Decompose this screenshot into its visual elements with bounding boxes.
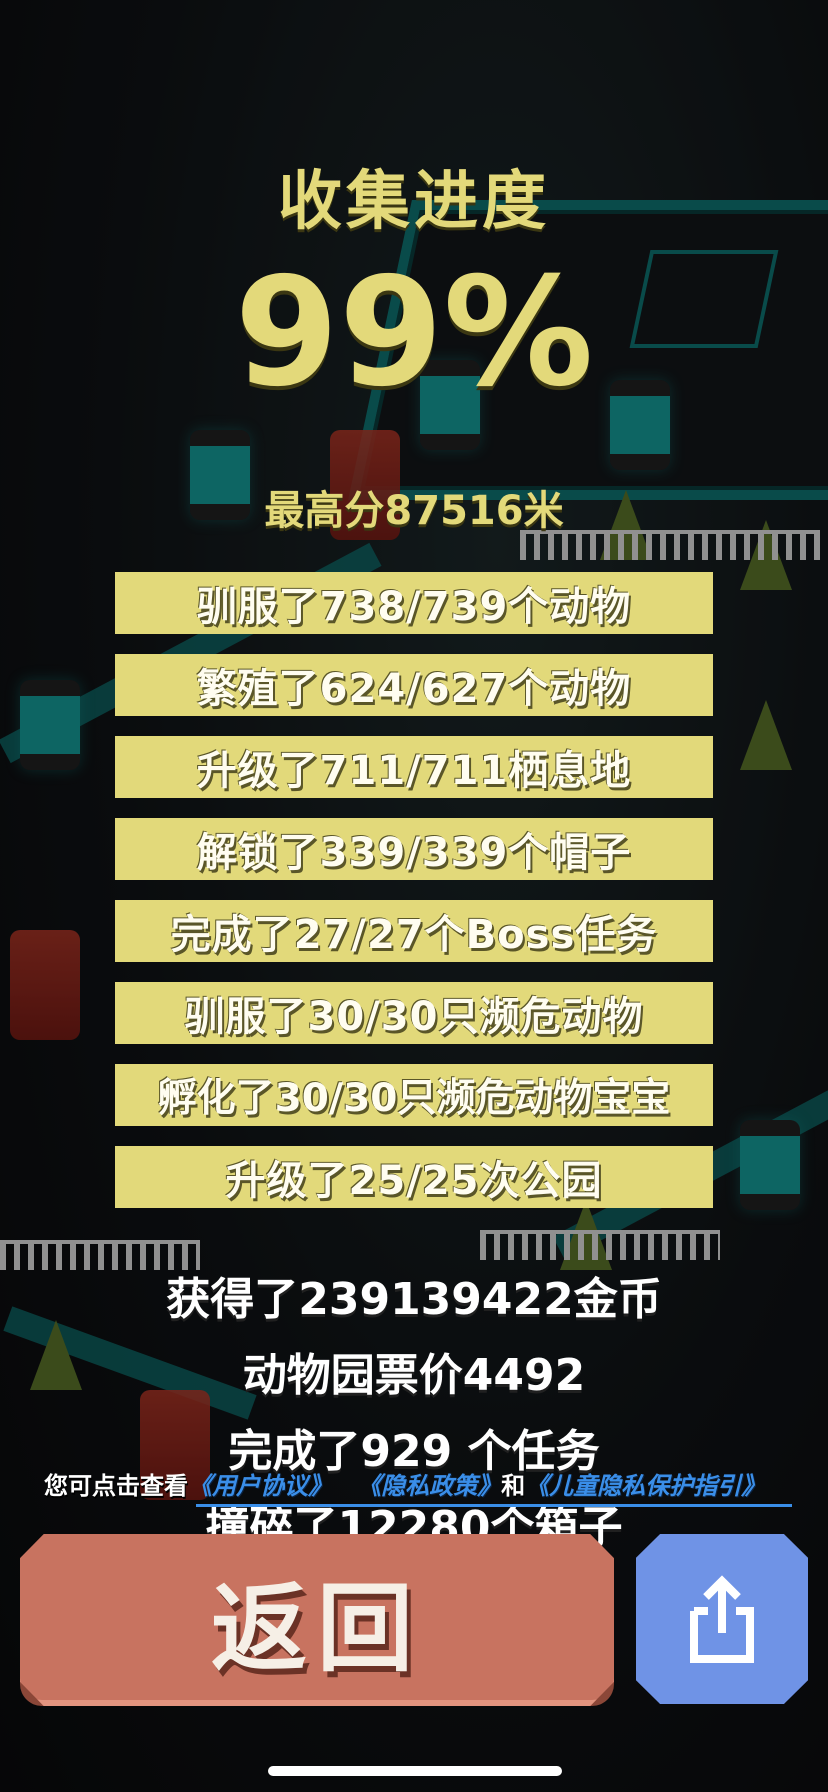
legal-prefix: 您可点击查看: [44, 1472, 188, 1500]
stat-bar-bred-animals: 繁殖了624/627个动物: [115, 654, 713, 716]
summary-stats: 获得了239139422金币 动物园票价4492 完成了929 个任务 撞碎了1…: [0, 1262, 828, 1566]
back-button[interactable]: 返回: [20, 1534, 614, 1706]
user-agreement-link[interactable]: 《用户协议》: [188, 1472, 332, 1500]
stat-bar-list: 驯服了738/739个动物 繁殖了624/627个动物 升级了711/711栖息…: [115, 572, 713, 1228]
stat-bar-hatched-endangered-babies: 孵化了30/30只濒危动物宝宝: [115, 1064, 713, 1126]
back-button-label: 返回: [211, 1572, 423, 1685]
legal-notice: 您可点击查看《用户协议》 《隐私政策》和《儿童隐私保护指引》: [44, 1466, 804, 1501]
stat-bar-unlocked-hats: 解锁了339/339个帽子: [115, 818, 713, 880]
share-button[interactable]: [636, 1534, 808, 1704]
home-indicator[interactable]: [268, 1766, 562, 1776]
legal-and: 和: [501, 1472, 526, 1500]
progress-percent: 99%: [234, 246, 594, 420]
high-score-text: 最高分87516米: [264, 488, 564, 534]
zoo-ticket-price-text: 动物园票价4492: [242, 1350, 586, 1401]
privacy-policy-link[interactable]: 《隐私政策》: [357, 1472, 501, 1500]
stat-bar-boss-missions: 完成了27/27个Boss任务: [115, 900, 713, 962]
stat-bar-upgraded-habitats: 升级了711/711栖息地: [115, 736, 713, 798]
stat-bar-tamed-endangered: 驯服了30/30只濒危动物: [115, 982, 713, 1044]
share-upload-icon: [690, 1575, 754, 1663]
coins-earned-text: 获得了239139422金币: [166, 1274, 662, 1325]
stat-bar-park-upgrades: 升级了25/25次公园: [115, 1146, 713, 1208]
collection-progress-title: 收集进度: [278, 165, 550, 239]
stat-bar-tamed-animals: 驯服了738/739个动物: [115, 572, 713, 634]
legal-links-underline: [196, 1504, 792, 1507]
child-privacy-link[interactable]: 《儿童隐私保护指引》: [525, 1472, 765, 1500]
